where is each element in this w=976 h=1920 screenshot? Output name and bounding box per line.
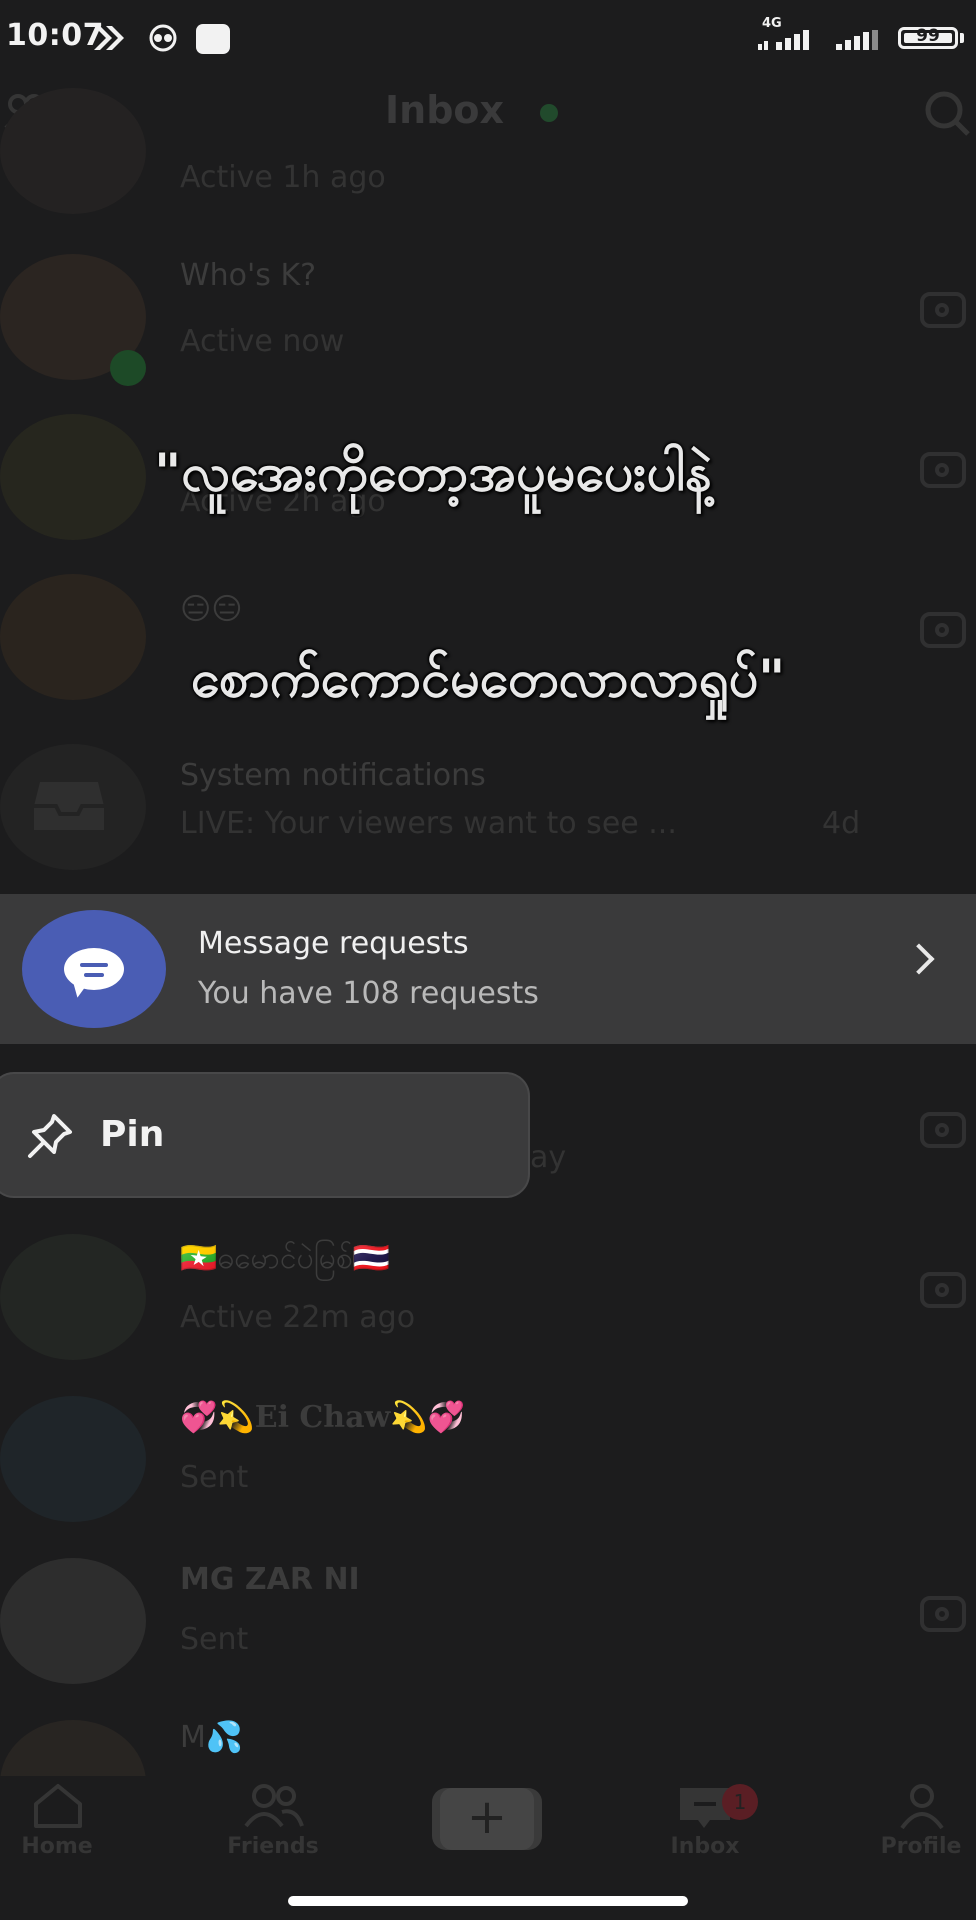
inbox-tray-icon [34, 782, 104, 830]
conversation-row[interactable]: 🇲🇲ဓမောင်ပဲမြစ်🇹🇭 Active 22m ago [0, 1220, 976, 1380]
conversation-name: MG ZAR NI [180, 1562, 360, 1597]
online-status-dot [110, 350, 146, 386]
bubble-line [84, 973, 104, 977]
conversation-time: 4d [822, 806, 861, 841]
battery-icon: 99 [898, 26, 958, 49]
conversation-name: 😑😑 [180, 592, 243, 627]
signal-strength-2-icon [836, 30, 878, 50]
conversation-row[interactable]: M💦 [0, 1706, 976, 1776]
conversation-status: Sent [180, 1622, 249, 1657]
profile-icon [900, 1784, 944, 1830]
conversation-row[interactable]: 💞💫Ei Chaw💫💞 Sent [0, 1382, 976, 1542]
battery-percent: 99 [916, 26, 940, 46]
conversation-name: 🇲🇲ဓမောင်ပဲမြစ်🇹🇭 [180, 1241, 391, 1276]
plus-icon: + [440, 1788, 534, 1850]
home-indicator[interactable] [288, 1896, 688, 1906]
pin-label: Pin [100, 1114, 165, 1155]
nav-friends-label: Friends [227, 1834, 319, 1859]
conversation-status: Sent [180, 1460, 249, 1495]
status-bar: 10:07 4G 99 [0, 0, 976, 78]
app-notification-icon [149, 24, 177, 52]
message-requests-row[interactable]: Message requests You have 108 requests [0, 894, 976, 1044]
avatar [0, 1720, 146, 1776]
camera-icon[interactable] [920, 292, 966, 328]
conversation-status: Active 22m ago [180, 1300, 416, 1335]
nav-home[interactable]: Home [0, 1774, 132, 1874]
inbox-badge: 1 [722, 1784, 758, 1820]
conversation-row-system[interactable]: System notifications LIVE: Your viewers … [0, 730, 976, 890]
conversation-name: Who's K? [180, 258, 317, 293]
chevron-right-icon [903, 943, 935, 975]
avatar [0, 88, 146, 214]
pin-menu[interactable]: Pin [0, 1072, 530, 1198]
pin-icon [28, 1114, 72, 1158]
conversation-name: M💦 [180, 1720, 244, 1755]
screen: 10:07 4G 99 Inbox Active 1h ago Who's K?… [0, 0, 976, 1920]
conversation-row[interactable]: Who's K? Active now [0, 240, 976, 400]
avatar [0, 1234, 146, 1360]
conversation-name: 💞💫Ei Chaw💫💞 [180, 1400, 466, 1435]
battery-tip [960, 33, 964, 43]
nav-friends[interactable]: Friends [198, 1774, 348, 1874]
bottom-nav: Home Friends + Inbox 1 Profile [0, 1774, 976, 1874]
message-notification-icon [196, 24, 230, 54]
conversation-row[interactable]: Active 1h ago [0, 88, 976, 238]
chat-bubble-icon [64, 948, 124, 990]
bubble-line [80, 963, 108, 967]
caption-line-2: စောက်ကောင်မတေလာလာရှုပ်" [190, 649, 786, 709]
signal-strength-icon [758, 30, 809, 50]
camera-icon[interactable] [920, 1112, 966, 1148]
camera-icon[interactable] [920, 1596, 966, 1632]
avatar [0, 1396, 146, 1522]
friends-icon [244, 1784, 304, 1828]
create-button[interactable]: + [432, 1788, 542, 1850]
conversation-name: System notifications [180, 758, 486, 793]
nav-home-label: Home [21, 1834, 93, 1859]
caption-line-1: "လူအေးကိုတော့အပူမပေးပါနဲ့ [154, 443, 712, 503]
avatar [0, 1558, 146, 1684]
camera-icon[interactable] [920, 1272, 966, 1308]
status-time: 10:07 [6, 18, 104, 53]
nav-profile[interactable]: Profile [846, 1774, 976, 1874]
conversation-status-partial: ay [530, 1140, 567, 1175]
message-requests-icon [22, 910, 166, 1028]
conversation-status: Active now [180, 324, 345, 359]
conversation-status: LIVE: Your viewers want to see ... [180, 806, 677, 841]
forward-arrows-icon [94, 26, 124, 50]
camera-icon[interactable] [920, 612, 966, 648]
conversation-row[interactable]: MG ZAR NI Sent [0, 1544, 976, 1704]
home-icon [34, 1784, 82, 1828]
message-requests-title: Message requests [198, 926, 469, 961]
conversation-status: Active 1h ago [180, 160, 386, 195]
nav-inbox[interactable]: Inbox [630, 1774, 780, 1874]
message-requests-subtitle: You have 108 requests [198, 976, 539, 1011]
nav-profile-label: Profile [880, 1834, 962, 1859]
nav-inbox-label: Inbox [670, 1834, 740, 1859]
